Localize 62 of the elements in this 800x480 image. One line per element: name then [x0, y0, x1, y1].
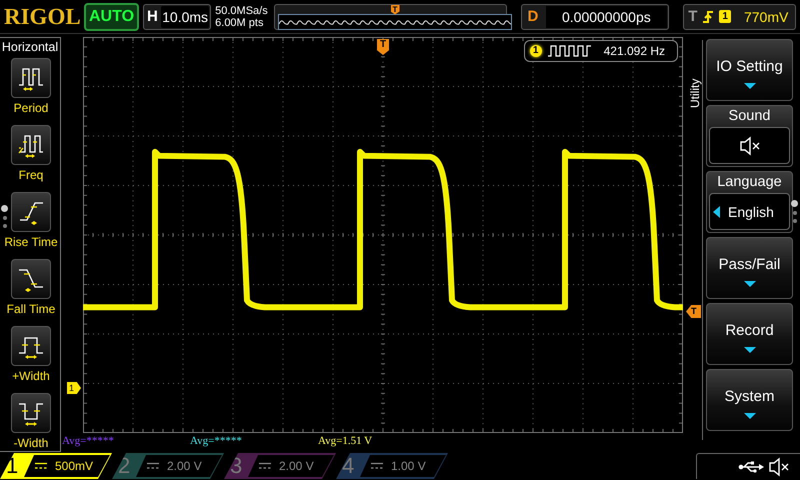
button-caption: Period [14, 100, 48, 117]
timebase-label: H [147, 8, 159, 25]
measure-button[interactable] [11, 326, 51, 366]
trigger-position-marker: T [390, 4, 400, 14]
memory-depth: 6.00M pts [215, 16, 264, 28]
channel-scale: 1.00 V [391, 459, 426, 473]
measure-button[interactable] [11, 259, 51, 299]
menu-title: Utility [688, 78, 702, 108]
delay-value: 0.00000000ps [546, 6, 668, 28]
measure-button[interactable] [11, 393, 51, 433]
channel-ground-marker[interactable]: 1 [67, 382, 81, 394]
measurement-value: 421.092 Hz [604, 44, 665, 58]
average-readout: Avg=1.51 V [318, 435, 374, 447]
caret-icon [744, 412, 756, 418]
trigger-position-marker: T [377, 39, 389, 55]
caret-icon [744, 280, 756, 286]
channel-scale: 500mV [55, 459, 94, 473]
caret-icon [744, 82, 756, 88]
timebase-value: 10.0ms [161, 6, 210, 28]
caret-icon [744, 346, 756, 352]
button-caption: Freq [18, 167, 44, 184]
average-readout: Avg=***** [62, 435, 115, 447]
button-caption: Rise Time [4, 234, 58, 251]
brand-logo: RIGOL [4, 4, 80, 30]
dc-coupling-icon [259, 462, 271, 470]
channel-badge: 1 [719, 10, 731, 23]
measure-button[interactable] [11, 58, 51, 98]
channel-badge: 1 [530, 45, 542, 57]
dc-coupling-icon [371, 462, 383, 470]
delay-box[interactable]: D 0.00000000ps [520, 4, 670, 30]
usb-icon [738, 460, 764, 472]
mute-icon [768, 456, 790, 476]
menu-button[interactable]: IO Setting [706, 39, 793, 101]
language-select[interactable]: English [709, 193, 790, 230]
menu-label: Sound [728, 107, 770, 125]
menu-button[interactable]: Pass/Fail [706, 237, 793, 299]
dc-coupling-icon [147, 462, 159, 470]
channel-scale: 2.00 V [167, 459, 202, 473]
left-arrow-icon [713, 206, 720, 218]
sample-rate: 50.0MSa/s [215, 4, 269, 16]
trigger-level-marker[interactable]: T [686, 305, 701, 318]
timebase-box[interactable]: H 10.0ms [143, 4, 212, 30]
channel-tab[interactable]: 4 1.00 V [336, 453, 448, 479]
menu-title: Horizontal [2, 40, 58, 54]
channel-scale: 2.00 V [279, 459, 314, 473]
measure-button[interactable] [11, 192, 51, 232]
square-wave-icon [548, 45, 592, 57]
trigger-box[interactable]: T 1 770mV [683, 4, 796, 30]
menu-button[interactable]: Record [706, 303, 793, 365]
run-mode-button[interactable]: AUTO [84, 2, 140, 30]
average-readout: Avg=***** [190, 435, 243, 447]
button-caption: +Width [12, 368, 50, 385]
sound-toggle[interactable] [709, 127, 790, 164]
trigger-label: T [688, 8, 698, 25]
dc-coupling-icon [35, 462, 47, 470]
button-caption: Fall Time [6, 301, 56, 318]
menu-label: Language [717, 173, 782, 191]
menu-button[interactable]: System [706, 369, 793, 431]
button-caption: -Width [14, 435, 48, 452]
delay-label: D [528, 8, 540, 25]
trigger-level: 770mV [744, 8, 788, 24]
measure-button[interactable] [11, 125, 51, 165]
